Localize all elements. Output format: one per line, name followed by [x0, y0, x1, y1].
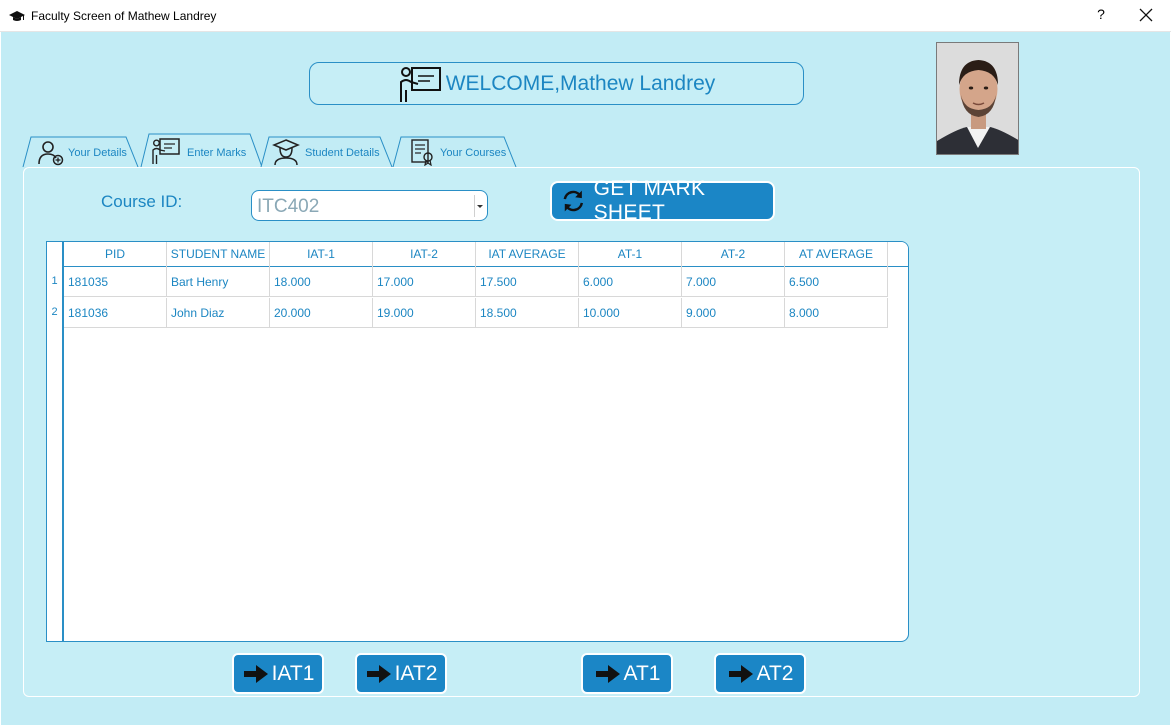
refresh-icon: [563, 190, 584, 212]
arrow-right-icon: [366, 664, 391, 683]
title-bar: Faculty Screen of Mathew Landrey ?: [0, 0, 1171, 32]
marks-table: 1 2 PID STUDENT NAME IAT-1 IAT-2 IAT AVE…: [46, 241, 909, 642]
close-icon[interactable]: [1139, 8, 1153, 22]
arrow-right-icon: [728, 664, 753, 683]
table-cell[interactable]: 6.500: [785, 267, 888, 297]
tab-your-details[interactable]: Your Details: [22, 135, 140, 167]
get-mark-sheet-button[interactable]: GET MARK SHEET: [550, 177, 775, 224]
graduate-student-icon: [272, 139, 300, 166]
table-cell[interactable]: Bart Henry: [167, 267, 270, 297]
row-number[interactable]: 2: [47, 306, 62, 318]
column-header-pid[interactable]: PID: [64, 242, 167, 267]
tab-label: Enter Marks: [187, 147, 247, 159]
table-cell[interactable]: 181036: [64, 298, 167, 328]
table-cell[interactable]: 7.000: [682, 267, 785, 297]
at1-button[interactable]: AT1: [581, 653, 673, 694]
tab-label: Your Courses: [440, 147, 507, 159]
tab-label: Your Details: [68, 147, 127, 159]
table-cell[interactable]: 9.000: [682, 298, 785, 328]
table-cell[interactable]: 20.000: [270, 298, 373, 328]
column-header-iat-1[interactable]: IAT-1: [270, 242, 373, 267]
user-add-icon: [38, 141, 64, 166]
tab-student-details[interactable]: Student Details: [260, 135, 394, 167]
column-header-iat-2[interactable]: IAT-2: [373, 242, 476, 267]
teacher-board-icon: [152, 138, 180, 164]
row-number[interactable]: 1: [47, 275, 62, 287]
column-header-at-2[interactable]: AT-2: [682, 242, 785, 267]
table-cell[interactable]: 181035: [64, 267, 167, 297]
welcome-text: WELCOME,Mathew Landrey: [445, 71, 716, 95]
table-cell[interactable]: 17.000: [373, 267, 476, 297]
table-cell[interactable]: 8.000: [785, 298, 888, 328]
iat2-button[interactable]: IAT2: [355, 653, 447, 694]
course-id-value: ITC402: [257, 196, 320, 217]
tab-label: Student Details: [305, 147, 380, 159]
table-cell[interactable]: 6.000: [579, 267, 682, 297]
table-cell[interactable]: 10.000: [579, 298, 682, 328]
tab-enter-marks[interactable]: Enter Marks: [140, 132, 264, 167]
table-header: PID STUDENT NAME IAT-1 IAT-2 IAT AVERAGE…: [64, 242, 908, 267]
at2-button[interactable]: AT2: [714, 653, 806, 694]
table-cell[interactable]: 19.000: [373, 298, 476, 328]
teacher-board-icon: [399, 66, 441, 102]
iat2-label: IAT2: [394, 661, 438, 685]
table-cell[interactable]: 18.000: [270, 267, 373, 297]
iat1-button[interactable]: IAT1: [232, 653, 324, 694]
column-header-at-1[interactable]: AT-1: [579, 242, 682, 267]
table-cell[interactable]: 17.500: [476, 267, 579, 297]
graduation-cap-icon: [9, 11, 25, 21]
column-header-iat-average[interactable]: IAT AVERAGE: [476, 242, 579, 267]
course-id-label: Course ID:: [101, 192, 183, 211]
tab-your-courses[interactable]: Your Courses: [392, 135, 518, 167]
course-id-select[interactable]: ITC402: [251, 190, 488, 221]
at1-label: AT1: [623, 661, 661, 685]
table-cell[interactable]: John Diaz: [167, 298, 270, 328]
table-cell[interactable]: 18.500: [476, 298, 579, 328]
help-button[interactable]: ?: [1094, 6, 1108, 22]
iat1-label: IAT1: [271, 661, 315, 685]
profile-photo: [936, 42, 1019, 155]
welcome-banner: WELCOME,Mathew Landrey: [309, 62, 804, 105]
window-title: Faculty Screen of Mathew Landrey: [31, 9, 217, 23]
avatar: [937, 43, 1018, 154]
arrow-right-icon: [595, 664, 620, 683]
row-header-column: 1 2: [47, 242, 64, 641]
at2-label: AT2: [756, 661, 794, 685]
arrow-right-icon: [243, 664, 268, 683]
get-mark-sheet-label: GET MARK SHEET: [593, 177, 706, 224]
chevron-down-icon[interactable]: [474, 195, 484, 217]
course-document-icon: [411, 139, 433, 166]
column-header-student-name[interactable]: STUDENT NAME: [167, 242, 270, 267]
faculty-window: WELCOME,Mathew Landrey Your Details Ente…: [1, 32, 1170, 725]
column-header-at-average[interactable]: AT AVERAGE: [785, 242, 888, 267]
